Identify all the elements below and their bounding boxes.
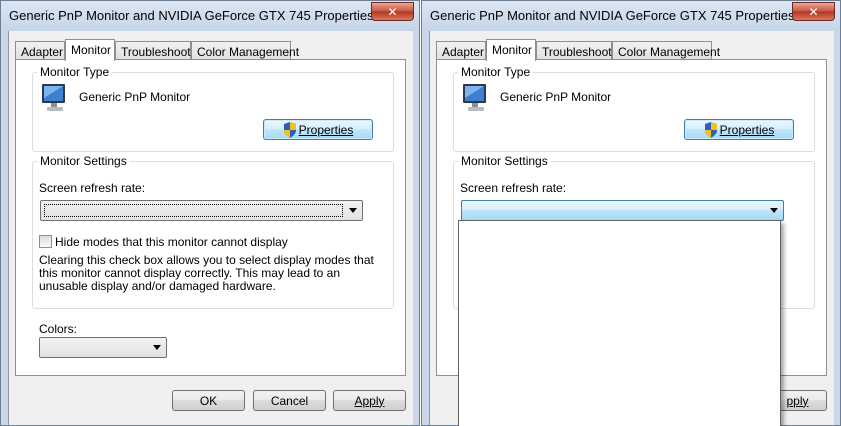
window-title: Generic PnP Monitor and NVIDIA GeForce G… [430, 8, 795, 23]
monitor-name: Generic PnP Monitor [500, 90, 612, 104]
monitor-icon [463, 84, 486, 111]
colors-label: Colors: [39, 322, 78, 336]
properties-button[interactable]: Properties [263, 119, 373, 140]
group-label: Monitor Settings [458, 154, 551, 168]
chevron-down-icon [770, 208, 778, 213]
colors-dropdown[interactable] [39, 337, 167, 358]
monitor-type-group: Monitor Type Generic PnP Monitor Propert… [32, 65, 394, 152]
tab-monitor[interactable]: Monitor [486, 39, 536, 61]
ok-button-label: OK [199, 393, 218, 408]
properties-button-label: Properties [719, 122, 775, 137]
tab-label: Adapter [21, 45, 64, 59]
refresh-rate-dropdown[interactable] [40, 200, 363, 221]
tab-label: Monitor [492, 43, 533, 57]
apply-button-label: pply [786, 393, 809, 408]
monitor-icon [42, 84, 65, 111]
close-icon: ✕ [387, 4, 398, 19]
tab-troubleshoot[interactable]: Troubleshoot [115, 41, 191, 60]
properties-window-left: Generic PnP Monitor and NVIDIA GeForce G… [0, 0, 420, 426]
refresh-rate-dropdown[interactable] [461, 200, 784, 221]
chevron-down-icon [153, 345, 161, 350]
hide-modes-checkbox[interactable] [39, 235, 52, 248]
refresh-rate-dropdown-list[interactable] [458, 220, 781, 426]
shield-icon [283, 121, 296, 138]
group-label: Monitor Settings [37, 154, 130, 168]
monitor-settings-group: Monitor Settings Screen refresh rate: Hi… [32, 154, 394, 309]
cancel-button-label: Cancel [270, 393, 309, 408]
close-icon: ✕ [808, 4, 819, 19]
group-label: Monitor Type [37, 65, 113, 79]
tab-label: Color Management [197, 45, 300, 59]
tab-label: Adapter [442, 45, 485, 59]
title-bar[interactable]: Generic PnP Monitor and NVIDIA GeForce G… [1, 1, 419, 31]
refresh-rate-label: Screen refresh rate: [460, 181, 567, 195]
properties-button[interactable]: Properties [684, 119, 794, 140]
focus-rectangle [44, 204, 343, 217]
monitor-tab-panel: Monitor Type Generic PnP Monitor Propert… [15, 59, 406, 376]
ok-button[interactable]: OK [172, 390, 245, 411]
shield-icon [704, 121, 717, 138]
tab-label: Monitor [71, 43, 112, 57]
close-button[interactable]: ✕ [792, 2, 835, 21]
group-label: Monitor Type [458, 65, 534, 79]
chevron-down-icon [349, 208, 357, 213]
tab-monitor[interactable]: Monitor [65, 39, 115, 61]
tab-adapter[interactable]: Adapter [436, 41, 486, 60]
monitor-name: Generic PnP Monitor [79, 90, 191, 104]
window-title: Generic PnP Monitor and NVIDIA GeForce G… [9, 8, 374, 23]
tab-color-management[interactable]: Color Management [612, 41, 720, 60]
apply-button-label: Apply [354, 393, 385, 408]
title-bar[interactable]: Generic PnP Monitor and NVIDIA GeForce G… [422, 1, 840, 31]
dialog-client-area: Adapter Monitor Troubleshoot Color Manag… [8, 31, 413, 425]
apply-button[interactable]: Apply [333, 390, 406, 411]
tab-troubleshoot[interactable]: Troubleshoot [536, 41, 612, 60]
cancel-button[interactable]: Cancel [253, 390, 326, 411]
tab-label: Troubleshoot [121, 45, 191, 59]
hide-modes-description: Clearing this check box allows you to se… [39, 253, 374, 293]
tab-label: Troubleshoot [542, 45, 612, 59]
hide-modes-label[interactable]: Hide modes that this monitor cannot disp… [55, 235, 288, 249]
tab-adapter[interactable]: Adapter [15, 41, 65, 60]
tab-color-management[interactable]: Color Management [191, 41, 299, 60]
properties-button-label: Properties [298, 122, 354, 137]
refresh-rate-label: Screen refresh rate: [39, 181, 146, 195]
tab-label: Color Management [618, 45, 721, 59]
close-button[interactable]: ✕ [371, 2, 414, 21]
monitor-type-group: Monitor Type Generic PnP Monitor Propert… [453, 65, 815, 152]
